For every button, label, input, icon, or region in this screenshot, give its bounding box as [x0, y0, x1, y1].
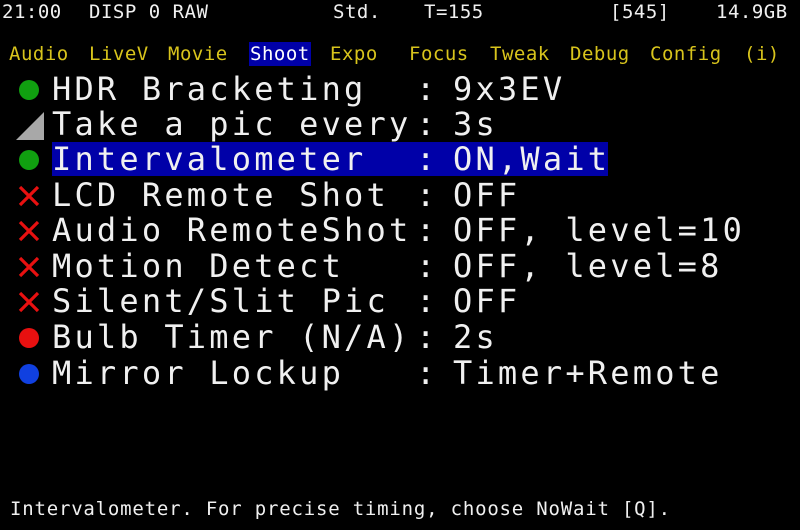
tab-shoot[interactable]: Shoot: [249, 42, 311, 66]
red-x-icon: [18, 256, 40, 278]
menu-item-label: Silent/Slit Pic: [52, 282, 389, 320]
menu-item-label: Bulb Timer (N/A): [52, 318, 412, 356]
tab-tweak[interactable]: Tweak: [489, 42, 551, 66]
menu-item-separator: :: [416, 105, 439, 143]
menu-item-mirror-lockup[interactable]: Mirror Lockup: Timer+Remote: [0, 356, 800, 390]
menu-item-label: Take a pic every: [52, 105, 412, 143]
temperature: T=155: [424, 1, 484, 23]
menu-item-value: 3s: [453, 105, 498, 143]
menu-item-separator: :: [416, 354, 439, 392]
menu-item-separator: :: [416, 318, 439, 356]
menu-item-intervalometer[interactable]: Intervalometer: ON,Wait: [0, 142, 800, 176]
status-bar: 21:00 DISP 0 RAW Std. T=155 [545] 14.9GB: [0, 0, 800, 24]
clock: 21:00: [2, 1, 62, 23]
menu-item-value: OFF: [453, 282, 521, 320]
card-space: 14.9GB: [716, 1, 788, 23]
menu-item-value: OFF, level=10: [453, 211, 746, 249]
display-mode: DISP 0 RAW: [89, 1, 209, 23]
tab-debug[interactable]: Debug: [569, 42, 631, 66]
menu-item-motion-detect[interactable]: Motion Detect: OFF, level=8: [0, 249, 800, 283]
menu-item-lcd-remote-shot[interactable]: LCD Remote Shot: OFF: [0, 178, 800, 212]
menu-item-separator: :: [416, 176, 439, 214]
tab-audio[interactable]: Audio: [8, 42, 70, 66]
menu-item-hdr-bracketing[interactable]: HDR Bracketing:9x3EV: [0, 72, 800, 106]
menu-item-label: Audio RemoteShot: [52, 211, 412, 249]
menu-item-label: Motion Detect: [52, 247, 345, 285]
green-dot-icon: [18, 79, 40, 101]
blue-dot-icon: [18, 363, 40, 385]
tab-focus[interactable]: Focus: [408, 42, 470, 66]
menu-item-label: LCD Remote Shot: [52, 176, 389, 214]
menu-item-label: Mirror Lockup: [52, 354, 345, 392]
menu-item-value: OFF, level=8: [453, 247, 723, 285]
menu-item-value: 9x3EV: [453, 70, 566, 108]
menu-tab-bar: Audio LiveV Movie Shoot Expo Focus Tweak…: [0, 42, 800, 66]
menu-item-separator: :: [416, 70, 439, 108]
menu-item-value: Timer+Remote: [453, 354, 723, 392]
menu-item-separator: :: [416, 282, 439, 320]
tab-info[interactable]: (i): [743, 42, 781, 66]
shots-remaining: [545]: [610, 1, 670, 23]
tab-config[interactable]: Config: [649, 42, 723, 66]
help-text: Intervalometer. For precise timing, choo…: [10, 498, 671, 520]
picture-style: Std.: [333, 1, 381, 23]
green-dot-icon: [18, 149, 40, 171]
menu-item-separator: :: [416, 211, 439, 249]
menu-item-value: OFF: [453, 176, 521, 214]
selection-highlight: Intervalometer: ON,Wait: [52, 142, 608, 176]
menu-item-label: HDR Bracketing: [52, 70, 367, 108]
menu-item-audio-remoteshot[interactable]: Audio RemoteShot: OFF, level=10: [0, 213, 800, 247]
menu-item-label: Intervalometer: [52, 140, 367, 178]
menu-item-take-a-pic-every[interactable]: Take a pic every:3s: [0, 107, 800, 141]
red-dot-icon: [18, 327, 40, 349]
menu-item-bulb-timer[interactable]: Bulb Timer (N/A):2s: [0, 320, 800, 354]
menu-item-value: 2s: [453, 318, 498, 356]
menu-item-silent-slit-pic[interactable]: Silent/Slit Pic: OFF: [0, 284, 800, 318]
red-x-icon: [18, 185, 40, 207]
red-x-icon: [18, 291, 40, 313]
menu-item-separator: :: [416, 247, 439, 285]
menu-item-value: ON,Wait: [453, 140, 611, 178]
tab-movie[interactable]: Movie: [167, 42, 229, 66]
menu-item-separator: :: [416, 140, 439, 178]
red-x-icon: [18, 220, 40, 242]
tab-livev[interactable]: LiveV: [88, 42, 150, 66]
gray-triangle-icon: [16, 112, 44, 140]
tab-expo[interactable]: Expo: [329, 42, 379, 66]
